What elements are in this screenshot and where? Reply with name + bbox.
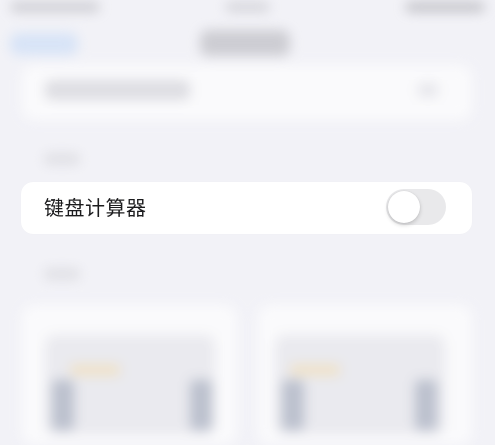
nav-title-blurred [200, 30, 290, 56]
header-card-text-blurred [45, 80, 190, 100]
keyboard-calculator-toggle[interactable] [386, 189, 446, 225]
preview-bar-left-blurred [70, 365, 120, 375]
keyboard-calculator-label: 键盘计算器 [44, 196, 147, 220]
status-bar [0, 0, 495, 18]
status-bar-battery-blurred [405, 2, 485, 12]
preview-column-blurred [190, 380, 212, 430]
header-card-accessory-blurred [418, 83, 438, 97]
preview-column-blurred [282, 380, 304, 430]
preview-column-blurred [415, 380, 437, 430]
status-bar-left-blurred [10, 2, 100, 12]
status-bar-time-blurred [225, 2, 270, 12]
preview-column-blurred [52, 380, 74, 430]
nav-back-button-blurred [10, 33, 78, 55]
section-header-blurred [44, 268, 80, 280]
keyboard-calculator-row[interactable]: 键盘计算器 [21, 182, 472, 234]
section-header-blurred [44, 153, 80, 165]
preview-bar-right-blurred [290, 365, 340, 375]
toggle-knob[interactable] [388, 191, 420, 223]
